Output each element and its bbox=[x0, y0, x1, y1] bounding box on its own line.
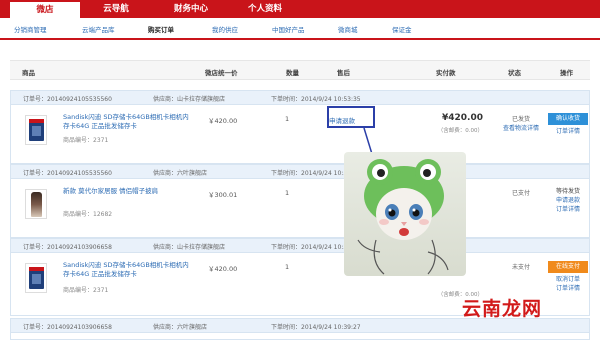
unit-price: ￥300.01 bbox=[208, 191, 238, 199]
order-operations: 等待发货 申请退款 订单详情 bbox=[548, 187, 588, 214]
order-header: 订单号：20140924105535560 供应商：山卡拉存储旗舰店 下单时间：… bbox=[11, 91, 589, 105]
order-number: 订单号：20140924105535560 bbox=[23, 170, 112, 177]
status-text: 未支付 bbox=[511, 264, 530, 271]
paid-amount: ¥420.00 bbox=[442, 113, 483, 123]
subnav-micro-mall[interactable]: 微商城 bbox=[338, 24, 358, 34]
order-supplier: 供应商：山卡拉存储旗舰店 bbox=[153, 244, 226, 251]
watermark: 云南龙网 bbox=[462, 298, 543, 320]
pay-online-button[interactable]: 在线支付 bbox=[548, 261, 588, 273]
top-navigation: 微店 云导航 财务中心 个人资料 bbox=[0, 0, 600, 18]
col-paid: 实付款 bbox=[436, 69, 456, 77]
order-detail-link[interactable]: 订单详情 bbox=[548, 205, 588, 214]
sd-card-image bbox=[29, 267, 44, 289]
order-card: 订单号：20140924103906658 供应商：六叶旗舰店 下单时间：201… bbox=[10, 318, 590, 340]
subnav-purchase-orders[interactable]: 购买订单 bbox=[148, 24, 174, 34]
order-header: 订单号：20140924105535560 供应商：六叶旗舰店 下单时间：201… bbox=[11, 165, 589, 179]
tab-profile[interactable]: 个人资料 bbox=[230, 0, 300, 18]
order-status: 未支付 bbox=[501, 263, 541, 272]
sd-card-image bbox=[29, 119, 44, 141]
quantity: 1 bbox=[285, 189, 290, 197]
sub-navigation: 分销商管理 云端产品库 购买订单 我的供应 中国好产品 微商城 保证金 bbox=[0, 18, 600, 40]
order-status: 已支付 bbox=[501, 189, 541, 198]
awaiting-shipment-text: 等待发货 bbox=[555, 188, 580, 195]
quantity: 1 bbox=[285, 115, 290, 123]
order-number: 订单号：20140924105535560 bbox=[23, 96, 112, 103]
order-operations: 确认收货 订单详情 bbox=[548, 113, 588, 136]
subnav-distributor[interactable]: 分销商管理 bbox=[14, 24, 47, 34]
status-text: 已支付 bbox=[511, 190, 530, 197]
subnav-cloud-products[interactable]: 云端产品库 bbox=[82, 24, 115, 34]
confirm-receipt-button[interactable]: 确认收货 bbox=[548, 113, 588, 125]
product-name[interactable]: Sandisk闪迪 SD存储卡64GB相机卡相机内存卡64G 正品批发储存卡 bbox=[63, 113, 195, 131]
tab-weidian[interactable]: 微店 bbox=[10, 0, 80, 18]
col-operation: 操作 bbox=[560, 69, 573, 77]
cancel-order-link[interactable]: 取消订单 bbox=[548, 275, 588, 284]
tab-finance-center[interactable]: 财务中心 bbox=[156, 0, 226, 18]
order-card: 订单号：20140924105535560 供应商：山卡拉存储旗舰店 下单时间：… bbox=[10, 90, 590, 164]
subnav-deposit[interactable]: 保证金 bbox=[392, 24, 412, 34]
order-operations: 在线支付 取消订单 订单详情 bbox=[548, 261, 588, 293]
clothing-image bbox=[31, 192, 42, 217]
cat-frog-hat-image bbox=[344, 152, 466, 276]
order-supplier: 供应商：六叶旗舰店 bbox=[153, 170, 208, 177]
order-status: 已发货 查看物流详情 bbox=[501, 115, 541, 133]
subnav-my-supply[interactable]: 我的供应 bbox=[212, 24, 238, 34]
tab-cloud-nav[interactable]: 云导航 bbox=[86, 0, 146, 18]
cat-illustration bbox=[357, 159, 449, 275]
subnav-good-products[interactable]: 中国好产品 bbox=[272, 24, 305, 34]
col-product: 商品 bbox=[22, 69, 35, 77]
product-name[interactable]: 新款 莫代尔家居服 情侣帽子披肩 bbox=[63, 187, 195, 196]
order-number: 订单号：20140924103906658 bbox=[23, 324, 112, 331]
order-time: 下单时间：2014/9/24 10:39:27 bbox=[271, 324, 361, 331]
product-code: 商品编号：2371 bbox=[63, 287, 109, 294]
col-quantity: 数量 bbox=[286, 69, 299, 77]
refund-request-link[interactable]: 申请退款 bbox=[548, 196, 588, 205]
col-status: 状态 bbox=[508, 69, 521, 77]
pointer-line bbox=[363, 128, 373, 154]
order-detail-link[interactable]: 订单详情 bbox=[548, 284, 588, 293]
quantity: 1 bbox=[285, 263, 290, 271]
product-thumbnail[interactable] bbox=[25, 115, 47, 145]
view-logistics-link[interactable]: 查看物流详情 bbox=[501, 124, 541, 133]
product-code: 商品编号：2371 bbox=[63, 137, 109, 144]
order-body: Sandisk闪迪 SD存储卡64GB相机卡相机内存卡64G 正品批发储存卡 商… bbox=[11, 105, 589, 163]
shipping-fee: （含邮费：0.00） bbox=[437, 128, 483, 134]
product-code: 商品编号：12682 bbox=[63, 211, 113, 218]
status-text: 已发货 bbox=[511, 116, 530, 123]
refund-highlight-box bbox=[327, 106, 375, 128]
order-body: 新款 莫代尔家居服 情侣帽子披肩 商品编号：12682 ￥300.01 1 已支… bbox=[11, 179, 589, 237]
product-thumbnail[interactable] bbox=[25, 263, 47, 293]
order-header: 订单号：20140924103906658 供应商：山卡拉存储旗舰店 下单时间：… bbox=[11, 239, 589, 253]
order-card: 订单号：20140924105535560 供应商：六叶旗舰店 下单时间：201… bbox=[10, 164, 590, 238]
order-detail-link[interactable]: 订单详情 bbox=[548, 127, 588, 136]
unit-price: ￥420.00 bbox=[208, 265, 238, 273]
order-header: 订单号：20140924103906658 供应商：六叶旗舰店 下单时间：201… bbox=[11, 319, 589, 333]
order-supplier: 供应商：六叶旗舰店 bbox=[153, 324, 208, 331]
product-name[interactable]: Sandisk闪迪 SD存储卡64GB相机卡相机内存卡64G 正品批发储存卡 bbox=[63, 261, 195, 279]
product-thumbnail[interactable] bbox=[25, 189, 47, 219]
order-supplier: 供应商：山卡拉存储旗舰店 bbox=[153, 96, 226, 103]
order-time: 下单时间：2014/9/24 10:53:35 bbox=[271, 96, 361, 103]
order-table-header: 商品 微店统一价 数量 售后 实付款 状态 操作 bbox=[10, 60, 590, 80]
col-after-sale: 售后 bbox=[337, 69, 350, 77]
order-number: 订单号：20140924103906658 bbox=[23, 244, 112, 251]
unit-price: ￥420.00 bbox=[208, 117, 238, 125]
col-unit-price: 微店统一价 bbox=[205, 69, 238, 77]
paid-amount-block: ¥420.00 （含邮费：0.00） bbox=[431, 113, 483, 134]
spacer bbox=[0, 42, 600, 60]
